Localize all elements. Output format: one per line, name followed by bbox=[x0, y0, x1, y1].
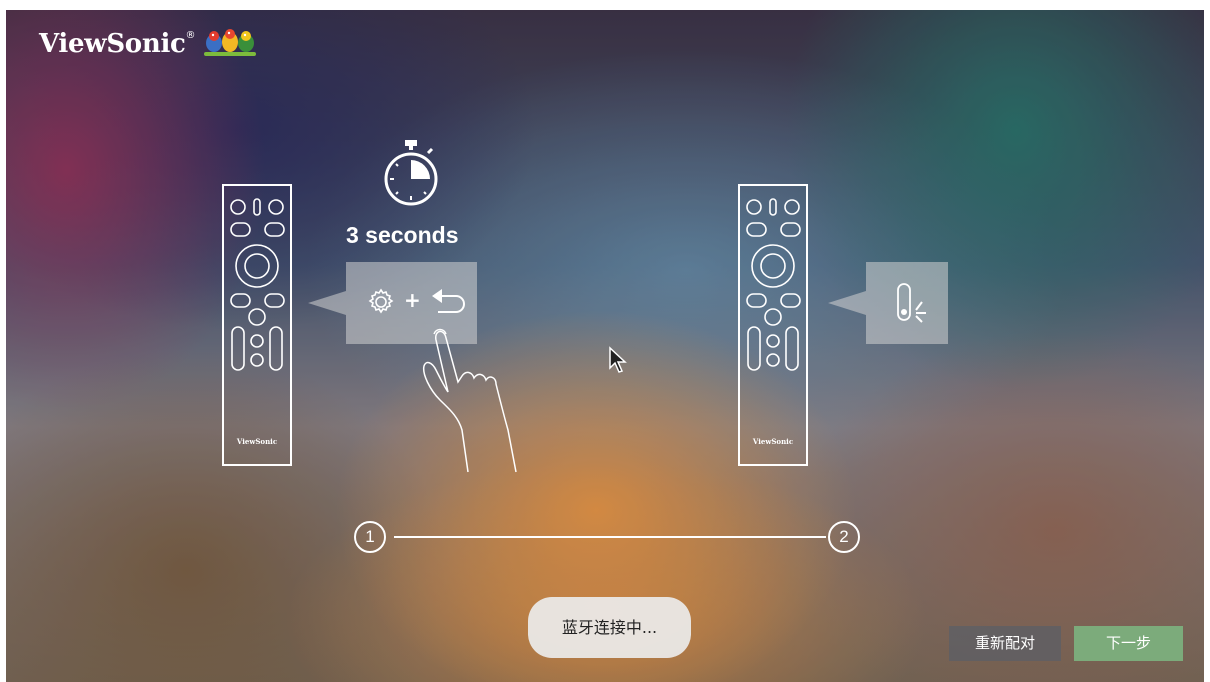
callout-pointer-left bbox=[308, 291, 346, 315]
pointing-hand-icon bbox=[422, 328, 517, 473]
callout-pointer-right bbox=[828, 291, 866, 315]
remote-control-left: ViewSonic bbox=[222, 184, 292, 466]
birds-logo-icon bbox=[203, 29, 256, 56]
rematch-button[interactable]: 重新配对 bbox=[949, 626, 1061, 661]
mouse-pointer-icon bbox=[609, 346, 627, 373]
remote-buttons-graphic bbox=[746, 198, 801, 371]
bluetooth-status-toast: 蓝牙连接中... bbox=[528, 597, 691, 658]
brand-logo: ViewSonic ® bbox=[39, 26, 258, 62]
remote-brand-label: ViewSonic bbox=[236, 437, 278, 446]
step-2-indicator: 2 bbox=[828, 521, 860, 553]
remote-buttons-graphic bbox=[230, 198, 285, 371]
remote-control-right: ViewSonic bbox=[738, 184, 808, 466]
pairing-screen: ViewSonic ® ViewSonic 3 seconds + ViewSo… bbox=[6, 10, 1204, 682]
back-arrow-icon bbox=[432, 289, 465, 313]
step-1-indicator: 1 bbox=[354, 521, 386, 553]
remote-brand-label: ViewSonic bbox=[752, 437, 794, 446]
led-indicator-callout bbox=[866, 262, 948, 344]
next-step-button[interactable]: 下一步 bbox=[1074, 626, 1183, 661]
brand-registered-mark: ® bbox=[185, 30, 196, 41]
step-progress-line bbox=[394, 536, 826, 538]
gear-icon bbox=[368, 288, 394, 314]
stopwatch-icon bbox=[384, 140, 438, 206]
led-indicator-icon bbox=[897, 283, 926, 323]
brand-name: ViewSonic bbox=[39, 29, 186, 59]
plus-sign: + bbox=[404, 288, 421, 312]
duration-label: 3 seconds bbox=[346, 222, 459, 248]
